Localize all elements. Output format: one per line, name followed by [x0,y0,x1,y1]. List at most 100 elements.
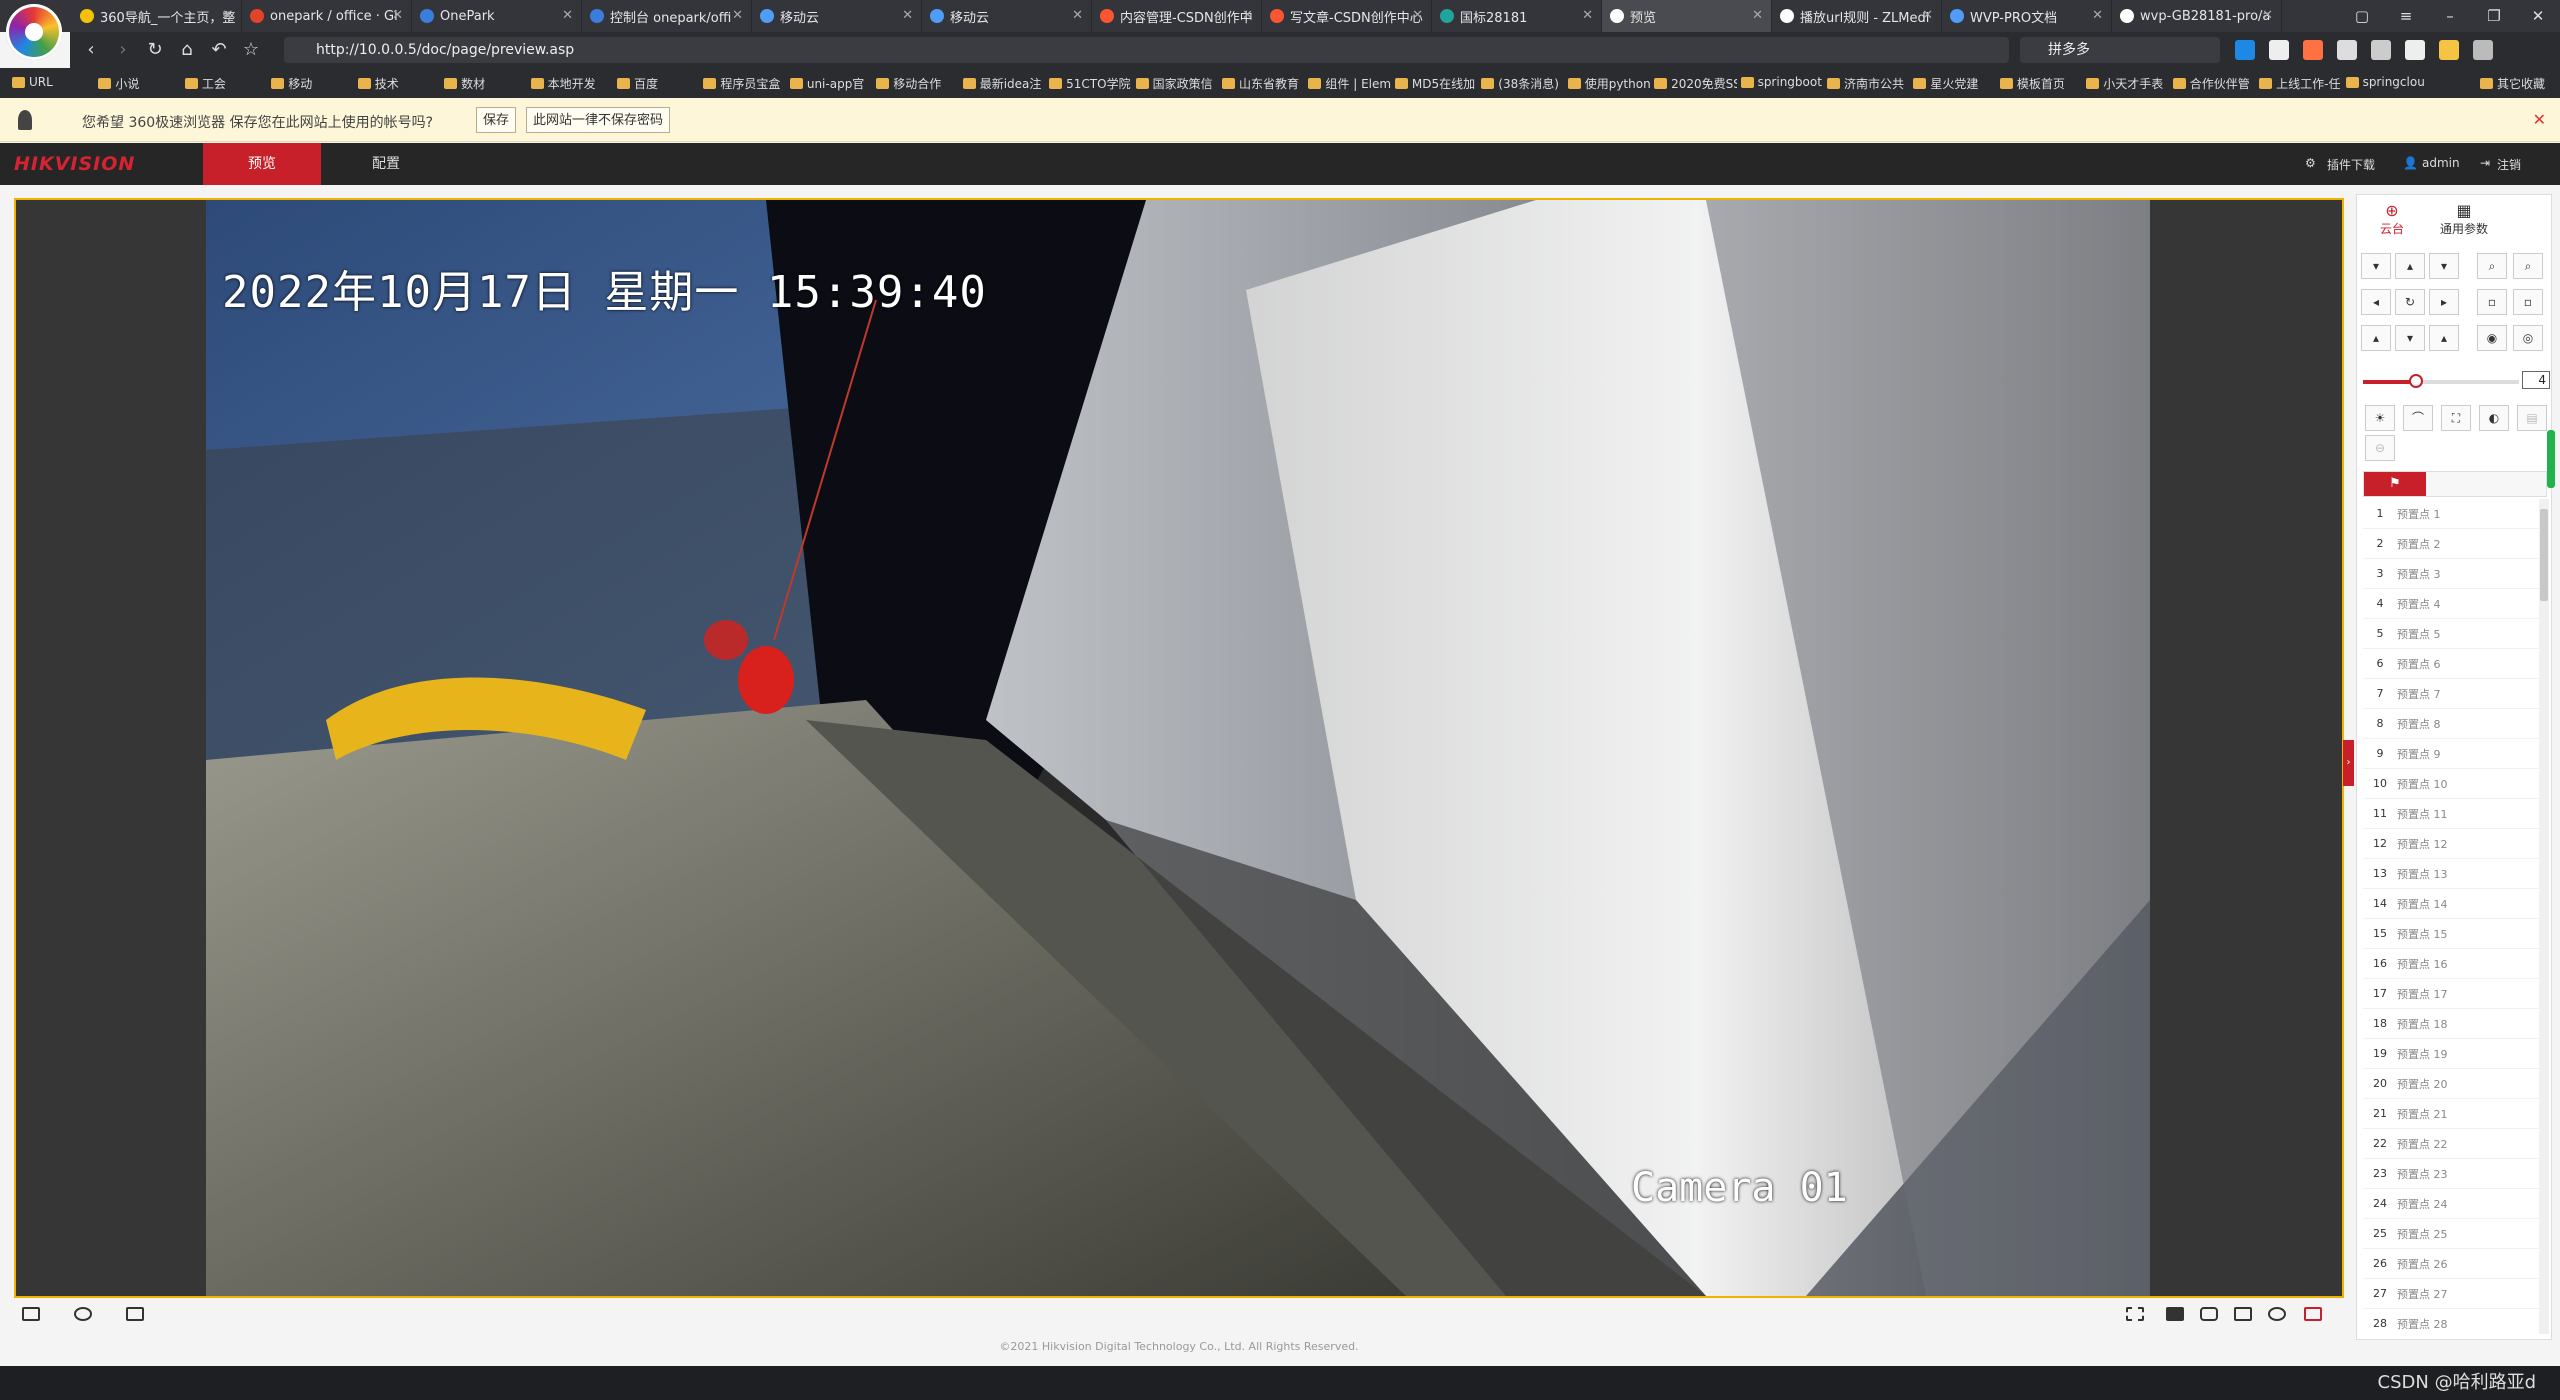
capture-icon[interactable] [2200,1307,2218,1321]
audio-icon[interactable] [2304,1307,2322,1321]
browser-tab[interactable]: 国标28181 ✕ [1432,0,1602,32]
browser-tab[interactable]: 内容管理-CSDN创作中 ✕ [1092,0,1262,32]
preset-row[interactable]: 21 预置点 21 [2363,1099,2539,1129]
preset-row[interactable]: 18 预置点 18 [2363,1009,2539,1039]
record-icon[interactable] [2234,1307,2252,1321]
focus-near-button[interactable]: ▫ [2477,289,2507,315]
forward-icon[interactable]: › [110,39,136,60]
extension-icon[interactable] [2371,40,2391,60]
plugin-download-link[interactable]: 插件下载 [2327,156,2375,173]
wiper-button[interactable]: ⌒ [2403,405,2433,431]
bookmark-item[interactable]: 小天才手表 [2086,75,2163,92]
tab-close-icon[interactable]: ✕ [2092,8,2103,23]
browser-tab[interactable]: 播放url规则 - ZLMedi ✕ [1772,0,1942,32]
extension-icon[interactable] [2439,40,2459,60]
ptz-up-right-button[interactable]: ▾ [2429,253,2459,279]
bookmark-item[interactable]: 2020免费SS [1654,75,1737,92]
ptz-down-button[interactable]: ▾ [2395,325,2425,351]
zoom-3d-button[interactable]: ⊖ [2365,435,2395,461]
stream-type-icon[interactable] [74,1307,92,1321]
bookmark-item[interactable]: springboot [1740,75,1822,89]
preset-row[interactable]: 23 预置点 23 [2363,1159,2539,1189]
bookmark-item[interactable]: 移动合作 [876,75,941,92]
browser-tab[interactable]: onepark / office · Gi ✕ [242,0,412,32]
ptz-up-button[interactable]: ▴ [2395,253,2425,279]
preset-row[interactable]: 25 预置点 25 [2363,1219,2539,1249]
tab-close-icon[interactable]: ✕ [902,8,913,23]
back-icon[interactable]: ‹ [78,39,104,60]
tab-close-icon[interactable]: ✕ [2262,8,2273,23]
preset-row[interactable]: 22 预置点 22 [2363,1129,2539,1159]
bookmark-item[interactable]: 山东省教育 [1222,75,1299,92]
bookmark-item[interactable]: 工会 [184,75,226,92]
bookmark-item[interactable]: 组件 | Elem [1308,75,1391,92]
skin-icon[interactable]: ▢ [2340,0,2384,32]
preset-row[interactable]: 26 预置点 26 [2363,1249,2539,1279]
preset-row[interactable]: 17 预置点 17 [2363,979,2539,1009]
preset-row[interactable]: 9 预置点 9 [2363,739,2539,769]
preset-row[interactable]: 2 预置点 2 [2363,529,2539,559]
extension-icon[interactable] [2235,40,2255,60]
tab-close-icon[interactable]: ✕ [1412,8,1423,23]
preset-row[interactable]: 5 预置点 5 [2363,619,2539,649]
aspect-ratio-icon[interactable] [126,1307,144,1321]
star-icon[interactable]: ☆ [238,39,264,60]
preset-scroll-thumb[interactable] [2540,509,2548,601]
tab-ptz[interactable]: ⊕ 云台 [2367,201,2417,237]
preset-row[interactable]: 15 预置点 15 [2363,919,2539,949]
bookmark-item[interactable]: 使用python [1567,75,1650,92]
ptz-down-left-button[interactable]: ▴ [2361,325,2391,351]
bookmark-item[interactable]: 小说 [98,75,139,92]
extension-icon[interactable] [2337,40,2357,60]
preset-row[interactable]: 20 预置点 20 [2363,1069,2539,1099]
preset-row[interactable]: 27 预置点 27 [2363,1279,2539,1309]
browser-tab[interactable]: 预览 ✕ [1602,0,1772,32]
browser-tab[interactable]: 移动云 ✕ [922,0,1092,32]
preset-row[interactable]: 13 预置点 13 [2363,859,2539,889]
bookmark-item[interactable]: springclou [2345,75,2425,89]
tab-common-params[interactable]: ▦ 通用参数 [2429,201,2499,237]
preset-row[interactable]: 6 预置点 6 [2363,649,2539,679]
minimize-icon[interactable]: – [2428,0,2472,32]
search-input[interactable]: 拼多多 [2020,37,2220,63]
preset-row[interactable]: 8 预置点 8 [2363,709,2539,739]
preset-row[interactable]: 4 预置点 4 [2363,589,2539,619]
bookmark-item[interactable]: 星火党建 [1913,75,1978,92]
ptz-speed-slider[interactable] [2363,374,2519,388]
browser-tab[interactable]: WVP-PRO文档 ✕ [1942,0,2112,32]
undo-icon[interactable]: ↶ [206,39,232,60]
auxiliary-focus-button[interactable]: ⛶ [2441,405,2471,431]
bookmark-item[interactable]: 移动 [271,75,312,92]
bookmark-item[interactable]: 最新idea注 [962,75,1041,92]
bookmark-item[interactable]: 数材 [444,75,485,92]
home-icon[interactable]: ⌂ [174,39,200,60]
preset-scrollbar[interactable] [2539,499,2549,1334]
ptz-up-left-button[interactable]: ▾ [2361,253,2391,279]
preset-row[interactable]: 16 预置点 16 [2363,949,2539,979]
menu-icon[interactable]: ≡ [2384,0,2428,32]
extension-icon[interactable] [2473,40,2493,60]
iris-close-button[interactable]: ◉ [2477,325,2507,351]
side-scroll-indicator[interactable] [2547,430,2555,488]
bookmark-item[interactable]: 上线工作-任 [2259,75,2340,92]
iris-open-button[interactable]: ◎ [2513,325,2543,351]
bookmark-item[interactable]: MD5在线加 [1394,75,1475,92]
tab-close-icon[interactable]: ✕ [1242,8,1253,23]
zoom-out-button[interactable]: ⌕ [2477,253,2507,279]
preset-row[interactable]: 28 预置点 28 [2363,1309,2539,1334]
browser-tab[interactable]: wvp-GB28181-pro/a ✕ [2112,0,2282,32]
ptz-speed-knob[interactable] [2409,374,2424,388]
extension-icon[interactable] [2269,40,2289,60]
bookmark-item[interactable]: 合作伙伴管 [2172,75,2250,92]
browser-tab[interactable]: OnePark ✕ [412,0,582,32]
preset-row[interactable]: 24 预置点 24 [2363,1189,2539,1219]
bookmark-item[interactable]: 模板首页 [1999,75,2065,92]
bookmark-item[interactable]: URL [12,75,53,89]
preset-flag-icon[interactable]: ⚑ [2364,472,2426,496]
preset-row[interactable]: 10 预置点 10 [2363,769,2539,799]
logout-link[interactable]: 注销 [2497,156,2521,173]
tab-preview[interactable]: 预览 [203,143,321,185]
tab-close-icon[interactable]: ✕ [1922,8,1933,23]
bookmark-item[interactable]: 其它收藏 [2480,75,2545,92]
browser-tab[interactable]: 写文章-CSDN创作中心 ✕ [1262,0,1432,32]
